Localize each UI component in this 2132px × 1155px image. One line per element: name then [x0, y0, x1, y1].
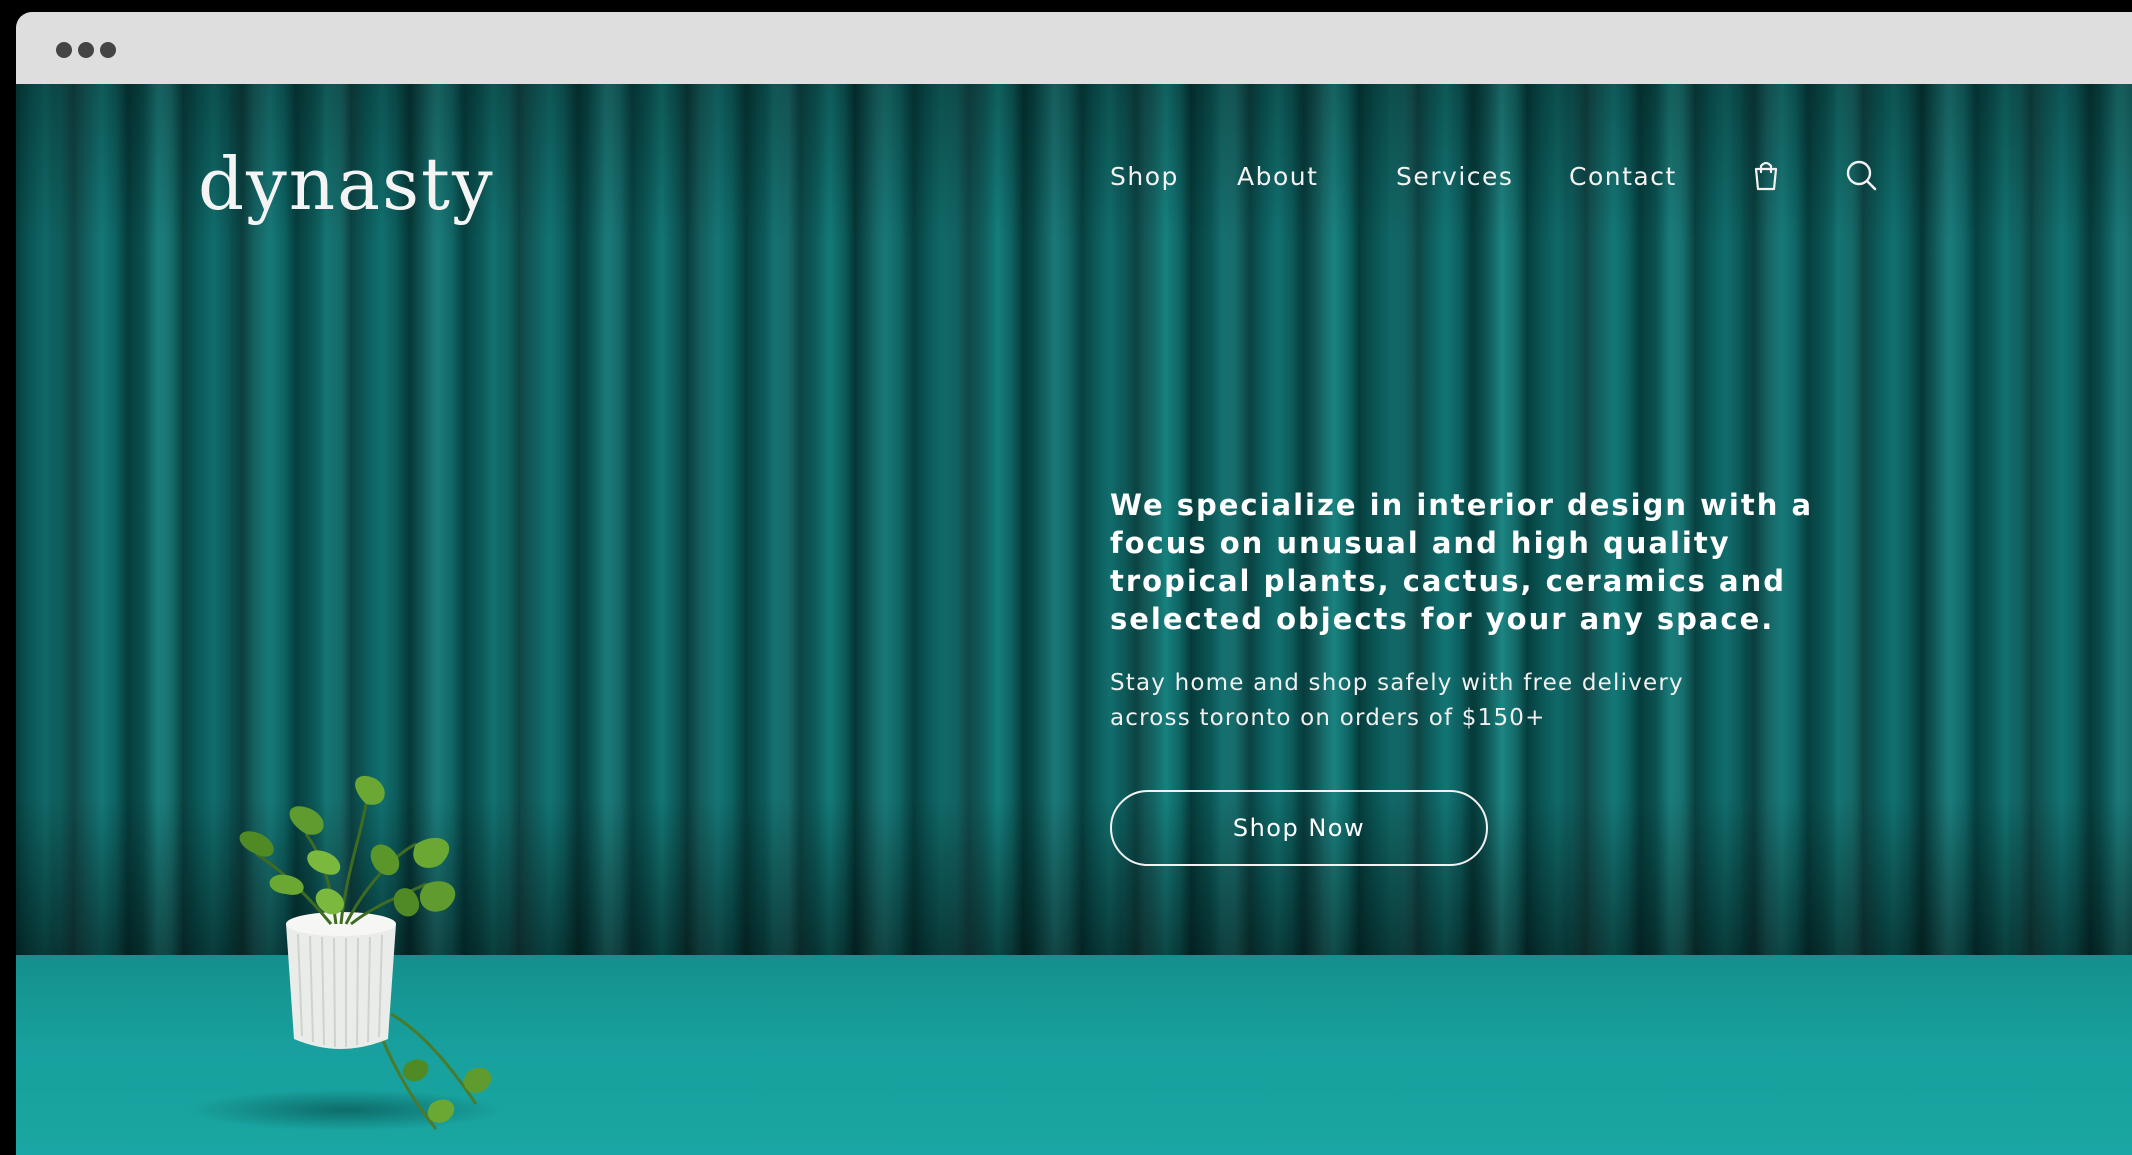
search-icon[interactable]	[1844, 158, 1878, 192]
potted-plant-image	[239, 775, 492, 1130]
hero-copy: We specialize in interior design with a …	[1110, 486, 1870, 736]
nav-item-shop[interactable]: Shop	[1110, 162, 1179, 191]
shop-now-button[interactable]: Shop Now	[1110, 790, 1488, 866]
hero-headline: We specialize in interior design with a …	[1110, 488, 1814, 636]
window-dot-1[interactable]	[56, 42, 72, 58]
nav-item-services[interactable]: Services	[1396, 162, 1513, 191]
browser-titlebar	[16, 12, 2132, 84]
window-dot-3[interactable]	[100, 42, 116, 58]
hero-section: dynasty Shop About Services Contact We s…	[16, 84, 2132, 1155]
nav-item-about[interactable]: About	[1237, 162, 1318, 191]
hero-subline: Stay home and shop safely with free deli…	[1110, 670, 1684, 731]
nav-item-contact[interactable]: Contact	[1569, 162, 1677, 191]
window-dot-2[interactable]	[78, 42, 94, 58]
shopping-bag-icon[interactable]	[1749, 158, 1783, 192]
browser-window: dynasty Shop About Services Contact We s…	[16, 12, 2132, 1155]
brand-logo[interactable]: dynasty	[198, 148, 495, 220]
